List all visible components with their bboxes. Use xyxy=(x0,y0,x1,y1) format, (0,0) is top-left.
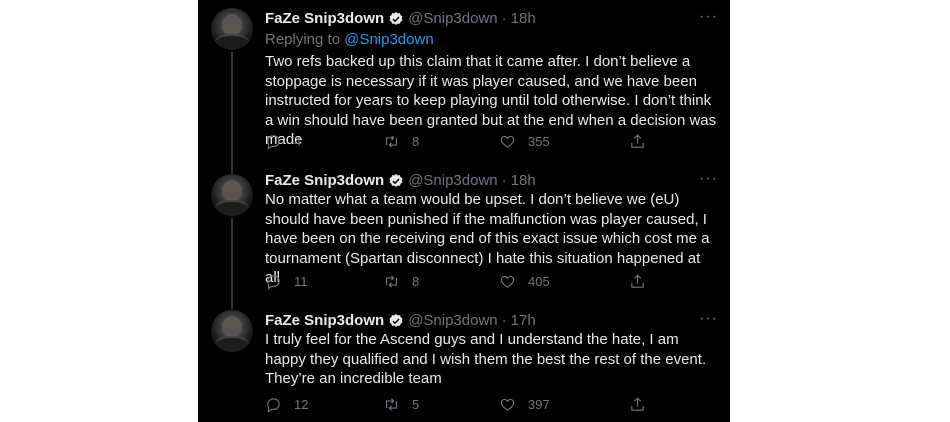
like-count: 397 xyxy=(528,397,550,412)
replying-prefix: Replying to xyxy=(265,31,341,48)
like-icon xyxy=(500,135,515,148)
reply-count: 4 xyxy=(294,134,302,149)
share-icon xyxy=(631,274,644,288)
retweet-count: 8 xyxy=(412,134,420,149)
retweet-count: 5 xyxy=(412,397,420,412)
tweet-actions: 11 8 405 xyxy=(265,273,665,293)
author-handle[interactable]: @Snip3down xyxy=(408,312,497,329)
thread-connector-line xyxy=(231,304,233,309)
retweet-button[interactable]: 5 xyxy=(383,396,419,413)
replying-to: Replying to @Snip3down xyxy=(265,31,434,48)
verified-icon xyxy=(389,313,403,327)
thread-connector-line xyxy=(231,218,233,304)
reply-icon xyxy=(267,135,280,150)
like-count: 405 xyxy=(528,274,550,289)
replying-to-link[interactable]: @Snip3down xyxy=(344,31,433,48)
reply-count: 12 xyxy=(294,397,309,412)
avatar[interactable] xyxy=(211,310,253,352)
tweet-actions: 4 8 355 xyxy=(265,133,665,153)
share-button[interactable] xyxy=(629,133,646,150)
verified-icon xyxy=(389,173,403,187)
tweet-text: I truly feel for the Ascend guys and I u… xyxy=(265,331,707,387)
tweet-actions: 12 5 397 xyxy=(265,396,665,416)
more-icon[interactable]: ··· xyxy=(699,8,718,26)
reply-button[interactable]: 4 xyxy=(265,133,301,150)
like-count: 355 xyxy=(528,134,550,149)
tweet-2[interactable]: FaZe Snip3down @Snip3down · 18h ··· No m… xyxy=(198,170,730,304)
timestamp[interactable]: 18h xyxy=(511,10,536,27)
reply-icon xyxy=(267,398,280,413)
like-icon xyxy=(500,398,515,411)
reply-button[interactable]: 12 xyxy=(265,396,308,413)
thread-connector-line xyxy=(231,52,233,170)
like-icon xyxy=(500,275,515,288)
share-icon xyxy=(631,134,644,148)
reply-icon xyxy=(267,275,280,290)
share-icon xyxy=(631,397,644,411)
separator-dot: · xyxy=(501,312,507,329)
reply-button[interactable]: 11 xyxy=(265,273,308,290)
more-icon[interactable]: ··· xyxy=(699,310,718,328)
author-name[interactable]: FaZe Snip3down xyxy=(265,312,384,329)
author-name[interactable]: FaZe Snip3down xyxy=(265,10,384,27)
retweet-count: 8 xyxy=(412,274,420,289)
reply-count: 11 xyxy=(294,274,308,289)
timestamp[interactable]: 17h xyxy=(511,312,536,329)
share-button[interactable] xyxy=(629,273,646,290)
separator-dot: · xyxy=(501,10,507,27)
tweet-header: FaZe Snip3down @Snip3down · 18h xyxy=(265,172,536,189)
retweet-button[interactable]: 8 xyxy=(383,133,419,150)
share-button[interactable] xyxy=(629,396,646,413)
timestamp[interactable]: 18h xyxy=(511,172,536,189)
like-button[interactable]: 355 xyxy=(499,133,550,150)
retweet-icon xyxy=(385,398,398,411)
author-name[interactable]: FaZe Snip3down xyxy=(265,172,384,189)
avatar[interactable] xyxy=(211,8,253,50)
retweet-icon xyxy=(385,135,398,148)
tweet-header: FaZe Snip3down @Snip3down · 18h xyxy=(265,10,536,27)
retweet-button[interactable]: 8 xyxy=(383,273,419,290)
tweet-1[interactable]: FaZe Snip3down @Snip3down · 18h ··· Repl… xyxy=(198,0,730,170)
retweet-icon xyxy=(385,275,398,288)
like-button[interactable]: 405 xyxy=(499,273,550,290)
verified-icon xyxy=(389,11,403,25)
separator-dot: · xyxy=(501,172,507,189)
tweet-header: FaZe Snip3down @Snip3down · 17h xyxy=(265,312,536,329)
author-handle[interactable]: @Snip3down xyxy=(408,172,497,189)
tweet-3[interactable]: FaZe Snip3down @Snip3down · 17h ··· I tr… xyxy=(198,304,730,422)
more-icon[interactable]: ··· xyxy=(699,170,718,188)
avatar[interactable] xyxy=(211,174,253,216)
twitter-thread-panel: FaZe Snip3down @Snip3down · 18h ··· Repl… xyxy=(198,0,730,422)
like-button[interactable]: 397 xyxy=(499,396,550,413)
author-handle[interactable]: @Snip3down xyxy=(408,10,497,27)
